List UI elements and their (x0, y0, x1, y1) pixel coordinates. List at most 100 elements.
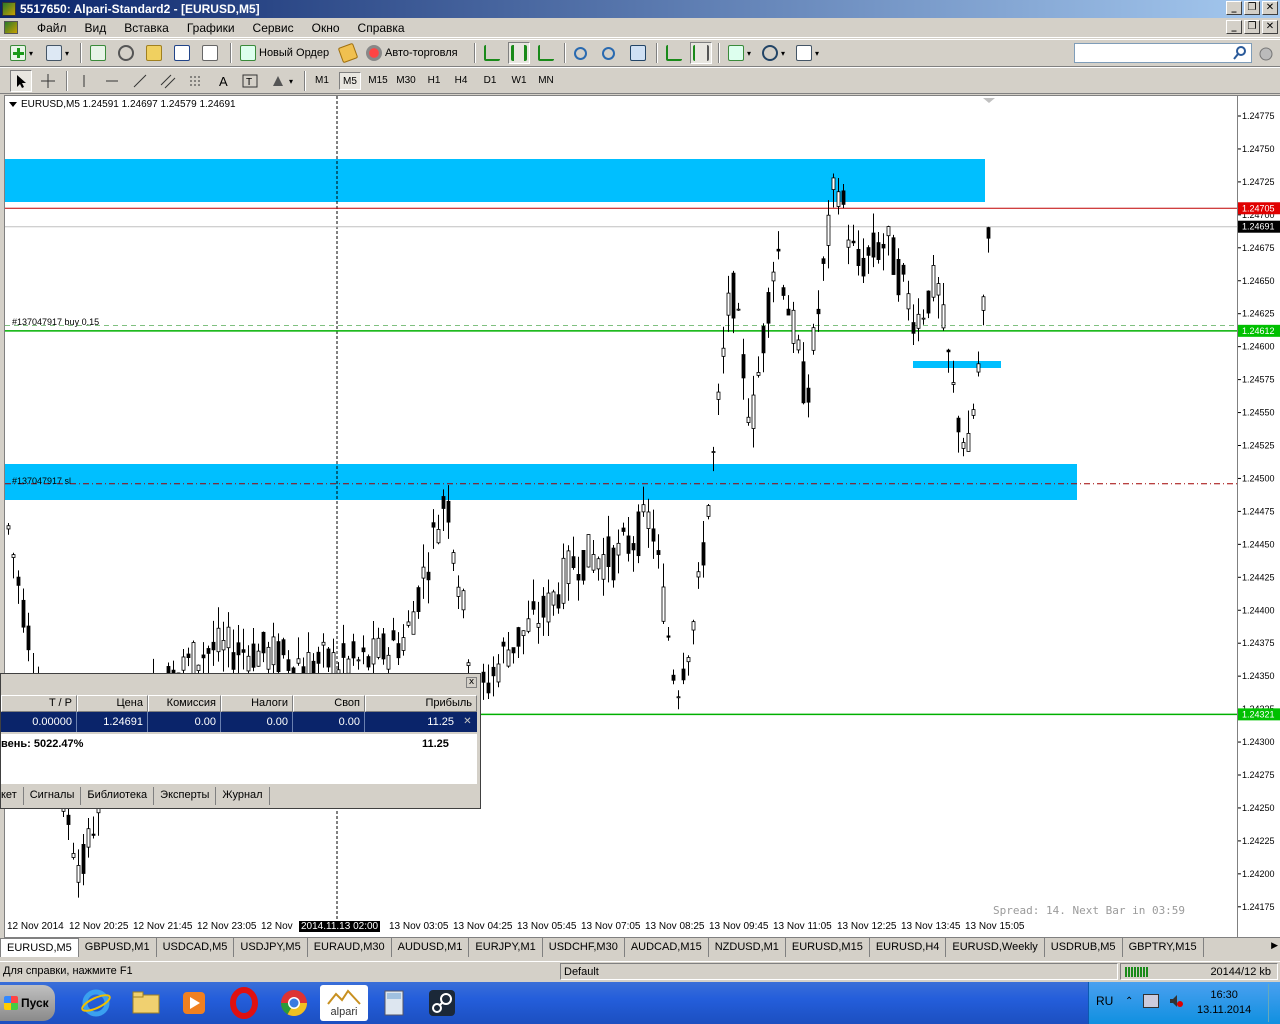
timeframe-m1[interactable]: M1 (312, 72, 332, 90)
menu-view[interactable]: Вид (76, 21, 116, 35)
chart-tab-eurusd-h4[interactable]: EURUSD,H4 (870, 938, 947, 957)
internet-explorer-icon[interactable] (74, 985, 118, 1021)
zoom-out-button[interactable] (600, 42, 617, 64)
market-watch-button[interactable] (88, 42, 108, 64)
chart-tab-audcad-m15[interactable]: AUDCAD,M15 (625, 938, 709, 957)
zoom-in-button[interactable] (572, 42, 589, 64)
column-header[interactable]: Своп (293, 695, 365, 712)
timeframe-m15[interactable]: M15 (366, 72, 390, 90)
vertical-line-button[interactable] (74, 70, 94, 92)
clock[interactable]: 16:30 13.11.2014 (1197, 988, 1251, 1018)
terminal-button[interactable] (172, 42, 192, 64)
chart-tab-gbptry-m15[interactable]: GBPTRY,M15 (1123, 938, 1204, 957)
chart-tab-gbpusd-m1[interactable]: GBPUSD,M1 (79, 938, 157, 957)
table-row[interactable]: 0.00000 1.24691 0.00 0.00 0.00 11.25 ✕ (1, 712, 477, 732)
strategy-tester-button[interactable] (200, 42, 220, 64)
menu-charts[interactable]: Графики (178, 21, 244, 35)
chart-tab-eurusd-m15[interactable]: EURUSD,M15 (786, 938, 870, 957)
alpari-icon[interactable]: alpari (320, 985, 368, 1021)
menu-window[interactable]: Окно (303, 21, 349, 35)
meta-editor-button[interactable] (337, 42, 359, 64)
periods-button[interactable]: ▾ (760, 42, 787, 64)
bar-chart-button[interactable] (482, 42, 502, 64)
mdi-close-button[interactable]: ✕ (1262, 20, 1278, 34)
chart-tab-euraud-m30[interactable]: EURAUD,M30 (308, 938, 392, 957)
timeframe-h4[interactable]: H4 (451, 72, 471, 90)
chrome-icon[interactable] (272, 985, 316, 1021)
indicators-button[interactable]: ▾ (726, 42, 753, 64)
calculator-icon[interactable] (372, 985, 416, 1021)
tab-market[interactable]: кет (1, 787, 24, 805)
start-button[interactable]: Пуск (0, 985, 55, 1021)
community-icon[interactable] (1258, 46, 1274, 62)
media-player-icon[interactable] (172, 985, 216, 1021)
language-indicator[interactable]: RU (1096, 994, 1113, 1008)
restore-button[interactable]: ❐ (1244, 1, 1260, 15)
search-icon[interactable] (1232, 45, 1248, 61)
arrows-button[interactable]: ▾ (268, 70, 295, 92)
column-header[interactable]: Цена (77, 695, 148, 712)
timeframe-d1[interactable]: D1 (480, 72, 500, 90)
chart-shift-button[interactable] (690, 42, 712, 64)
column-header[interactable]: Налоги (221, 695, 293, 712)
fibonacci-button[interactable] (186, 70, 206, 92)
column-header[interactable]: Прибыль (365, 695, 477, 712)
text-label-button[interactable]: T (240, 70, 260, 92)
mdi-restore-button[interactable]: ❐ (1244, 20, 1260, 34)
file-explorer-icon[interactable] (124, 985, 168, 1021)
auto-trading-button[interactable]: Авто-торговля (364, 42, 460, 64)
chart-tab-eurusd-m5[interactable]: EURUSD,M5 (0, 938, 79, 957)
chart-tab-nzdusd-m1[interactable]: NZDUSD,M1 (709, 938, 786, 957)
horizontal-line-button[interactable] (102, 70, 122, 92)
tab-experts[interactable]: Эксперты (154, 787, 217, 805)
show-desktop-button[interactable] (1268, 984, 1278, 1022)
timeframe-mn[interactable]: MN (535, 72, 557, 90)
chart-tab-usdcad-m5[interactable]: USDCAD,M5 (157, 938, 235, 957)
chart-tab-audusd-m1[interactable]: AUDUSD,M1 (392, 938, 470, 957)
trendline-button[interactable] (130, 70, 150, 92)
crosshair-button[interactable] (38, 70, 58, 92)
menu-file[interactable]: Файл (28, 21, 76, 35)
new-chart-button[interactable]: ▾ (8, 42, 35, 64)
menu-insert[interactable]: Вставка (115, 21, 178, 35)
timeframe-w1[interactable]: W1 (508, 72, 530, 90)
templates-button[interactable]: ▾ (794, 42, 821, 64)
tab-signals[interactable]: Сигналы (24, 787, 82, 805)
column-header[interactable]: T / P (1, 695, 77, 712)
close-order-icon[interactable]: ✕ (458, 712, 477, 732)
text-button[interactable]: A (214, 70, 234, 92)
timeframe-m30[interactable]: M30 (394, 72, 418, 90)
opera-icon[interactable] (222, 985, 266, 1021)
navigator-button[interactable] (144, 42, 164, 64)
price-scale[interactable]: 1.24775 1.24750 1.24725 1.24700 1.24675 1.246… (1238, 95, 1280, 938)
cursor-button[interactable] (10, 70, 32, 92)
mdi-minimize-button[interactable]: _ (1226, 20, 1242, 34)
minimize-button[interactable]: _ (1226, 1, 1242, 15)
menu-help[interactable]: Справка (349, 21, 414, 35)
chart-tab-eurusd-weekly[interactable]: EURUSD,Weekly (946, 938, 1045, 957)
chart-tab-usdjpy-m5[interactable]: USDJPY,M5 (234, 938, 308, 957)
chart-tab-usdrub-m5[interactable]: USDRUB,M5 (1045, 938, 1123, 957)
equidistant-channel-button[interactable] (158, 70, 178, 92)
network-icon[interactable] (1143, 994, 1159, 1008)
auto-scroll-button[interactable] (664, 42, 684, 64)
steam-icon[interactable] (420, 985, 464, 1021)
tab-library[interactable]: Библиотека (81, 787, 155, 805)
collapse-triangle-icon[interactable] (9, 102, 17, 107)
chart-window-icon[interactable] (4, 21, 18, 34)
line-chart-button[interactable] (536, 42, 556, 64)
candlestick-chart-button[interactable] (508, 42, 530, 64)
search-input[interactable] (1074, 43, 1252, 63)
column-header[interactable]: Комиссия (148, 695, 221, 712)
chart-tab-eurjpy-m1[interactable]: EURJPY,M1 (469, 938, 543, 957)
tile-windows-button[interactable] (628, 42, 648, 64)
data-window-button[interactable] (116, 42, 136, 64)
close-button[interactable]: ✕ (1262, 1, 1278, 15)
chart-tab-usdchf-m30[interactable]: USDCHF,M30 (543, 938, 625, 957)
timeframe-h1[interactable]: H1 (424, 72, 444, 90)
profiles-button[interactable]: ▾ (44, 42, 71, 64)
new-order-button[interactable]: Новый Ордер (238, 42, 331, 64)
timeframe-m5[interactable]: M5 (339, 72, 361, 90)
volume-muted-icon[interactable] (1169, 994, 1183, 1008)
menu-tools[interactable]: Сервис (244, 21, 303, 35)
